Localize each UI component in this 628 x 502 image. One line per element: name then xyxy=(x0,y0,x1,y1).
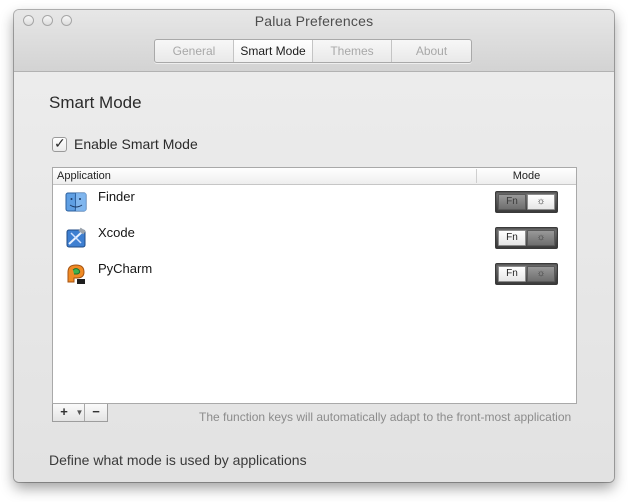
xcode-icon xyxy=(66,227,86,248)
enable-smart-mode-checkbox[interactable]: ✓ xyxy=(52,134,67,152)
content-pane: Smart Mode ✓ Enable Smart Mode Applicati… xyxy=(14,72,614,482)
brightness-mode-segment[interactable]: ☼ xyxy=(527,194,555,210)
column-header-application[interactable]: Application xyxy=(57,168,111,184)
remove-button[interactable]: − xyxy=(85,404,107,421)
brightness-icon: ☼ xyxy=(536,196,546,207)
brightness-mode-segment[interactable]: ☼ xyxy=(527,266,555,282)
app-name: Xcode xyxy=(98,225,135,240)
tab-general[interactable]: General xyxy=(155,40,234,62)
checkmark-icon: ✓ xyxy=(54,134,66,151)
brightness-mode-segment[interactable]: ☼ xyxy=(527,230,555,246)
table-row[interactable]: Xcode Fn ☼ xyxy=(53,221,576,257)
brightness-icon: ☼ xyxy=(536,268,546,279)
enable-smart-mode-label[interactable]: Enable Smart Mode xyxy=(74,136,198,152)
mode-toggle[interactable]: Fn ☼ xyxy=(495,263,558,285)
tab-about[interactable]: About xyxy=(392,40,471,62)
hint-text: The function keys will automatically ada… xyxy=(199,410,572,424)
tab-smart-mode[interactable]: Smart Mode xyxy=(234,40,313,62)
pycharm-icon xyxy=(67,264,85,284)
brightness-icon: ☼ xyxy=(536,232,546,243)
preferences-window: Palua Preferences General Smart Mode The… xyxy=(14,10,614,482)
add-button[interactable]: + xyxy=(53,404,75,421)
table-row[interactable]: Finder Fn ☼ xyxy=(53,185,576,221)
applications-table: Application Mode Finder Fn ☼ Xcode Fn ☼ … xyxy=(52,167,577,404)
table-actions: + ▼ − xyxy=(52,404,108,422)
tab-bar: General Smart Mode Themes About xyxy=(154,39,472,63)
mode-toggle[interactable]: Fn ☼ xyxy=(495,227,558,249)
app-name: PyCharm xyxy=(98,261,153,276)
add-menu-chevron-down-icon[interactable]: ▼ xyxy=(75,404,85,421)
footer-description: Define what mode is used by applications xyxy=(49,452,307,468)
title-bar: Palua Preferences General Smart Mode The… xyxy=(14,10,614,72)
fn-mode-segment[interactable]: Fn xyxy=(498,194,526,210)
app-name: Finder xyxy=(98,189,135,204)
mode-toggle[interactable]: Fn ☼ xyxy=(495,191,558,213)
column-header-mode[interactable]: Mode xyxy=(477,168,576,184)
table-row[interactable]: PyCharm Fn ☼ xyxy=(53,257,576,293)
table-header: Application Mode xyxy=(53,168,576,185)
tab-themes[interactable]: Themes xyxy=(313,40,392,62)
finder-icon xyxy=(65,192,87,212)
enable-smart-mode-row[interactable]: ✓ Enable Smart Mode xyxy=(52,134,198,152)
fn-mode-segment[interactable]: Fn xyxy=(498,230,526,246)
fn-mode-segment[interactable]: Fn xyxy=(498,266,526,282)
page-title: Smart Mode xyxy=(49,93,142,112)
window-title: Palua Preferences xyxy=(254,13,374,29)
